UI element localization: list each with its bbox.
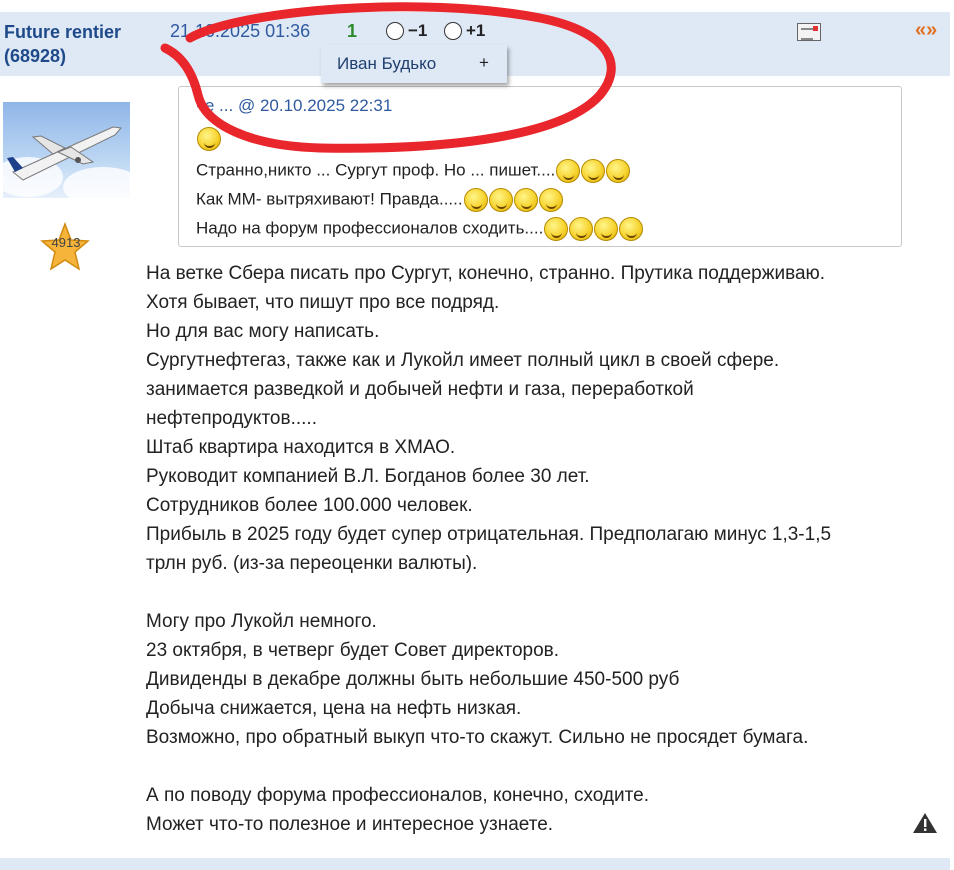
smiley-icon [606,159,631,183]
user-popup-menu: Иван Будько + [321,45,507,83]
body-line: Прибыль в 2025 году будет супер отрицате… [146,524,832,545]
quote-smiley-row [196,127,221,151]
body-line: нефтепродуктов..... [146,408,317,429]
vote-plus-radio[interactable] [444,22,462,40]
avatar [3,102,130,198]
body-line: Штаб квартира находится в ХМАО. [146,437,456,458]
post-body: На ветке Сбера писать про Сургут, конечн… [146,259,926,839]
author-count: (68928) [4,46,67,66]
quote-arrows-icon[interactable]: «» [915,19,937,42]
body-line: Может что-то полезное и интересное узнае… [146,814,554,835]
smiley-icon [488,188,513,212]
body-line: Руководит компанией В.Л. Богданов более … [146,466,590,487]
quote-header: че ... @ 20.10.2025 22:31 [196,96,392,116]
body-line: Дивиденды в декабре должны быть небольши… [146,669,680,690]
post-datetime-link[interactable]: 21.10.2025 01:36 [170,21,310,42]
body-line: А по поводу форума профессионалов, конеч… [146,785,649,806]
author-name-link[interactable]: Future rentier [4,18,121,46]
user-rating-star: 4913 [40,221,90,272]
vote-plus-label: +1 [466,21,486,40]
mail-icon[interactable] [797,23,821,41]
quoted-message: че ... @ 20.10.2025 22:31 Странно,никто … [178,86,902,247]
airplane-icon [7,126,122,181]
quote-date-link[interactable]: 20.10.2025 22:31 [260,96,392,115]
body-line: Добыча снижается, цена на нефть низкая. [146,698,522,719]
vote-minus-label: −1 [408,21,428,40]
quote-author-partial[interactable]: че ... [196,96,233,115]
body-line: занимается разведкой и добычей нефти и г… [146,379,694,400]
post-rating: 1 [347,21,358,41]
smiley-icon [556,159,581,183]
body-line: Но для вас могу написать. [146,321,380,342]
smiley-icon [538,188,563,212]
vote-minus-radio[interactable] [386,22,404,40]
smiley-icon [594,217,619,241]
body-line: Сотрудников более 100.000 человек. [146,495,473,516]
quote-line-text: Как ММ- вытряхивают! Правда..... [196,189,463,209]
quote-line-text: Странно,никто ... Сургут проф. Но ... пи… [196,160,556,180]
body-line: На ветке Сбера писать про Сургут, конечн… [146,263,826,284]
body-line [146,752,926,781]
body-line: трлн руб. (из-за переоценки валюты). [146,553,478,574]
popup-user-name-link[interactable]: Иван Будько [337,54,436,74]
body-line: Могу про Лукойл немного. [146,611,377,632]
quote-at: @ [237,96,256,115]
warning-icon[interactable] [912,812,938,834]
smiley-icon [581,159,606,183]
popup-add-button[interactable]: + [479,53,489,73]
quote-line-text: Надо на форум профессионалов сходить.... [196,218,544,238]
smiley-icon [463,188,488,212]
smiley-icon [569,217,594,241]
body-line: Возможно, про обратный выкуп что-то скаж… [146,727,809,748]
body-line: Хотя бывает, что пишут про все подряд. [146,292,500,313]
smiley-icon [197,127,221,151]
smiley-icon [513,188,538,212]
quote-line-3: Надо на форум профессионалов сходить.... [196,217,644,241]
body-line: 23 октября, в четверг будет Совет директ… [146,640,560,661]
user-rating-value: 4913 [51,235,81,250]
quote-line-2: Как ММ- вытряхивают! Правда..... [196,188,563,212]
quote-line-1: Странно,никто ... Сургут проф. Но ... пи… [196,159,631,183]
smiley-icon [619,217,644,241]
next-post-header [0,858,950,870]
smiley-icon [544,217,569,241]
body-line: Сургутнефтегаз, также как и Лукойл имеет… [146,350,780,371]
body-line [146,578,926,607]
